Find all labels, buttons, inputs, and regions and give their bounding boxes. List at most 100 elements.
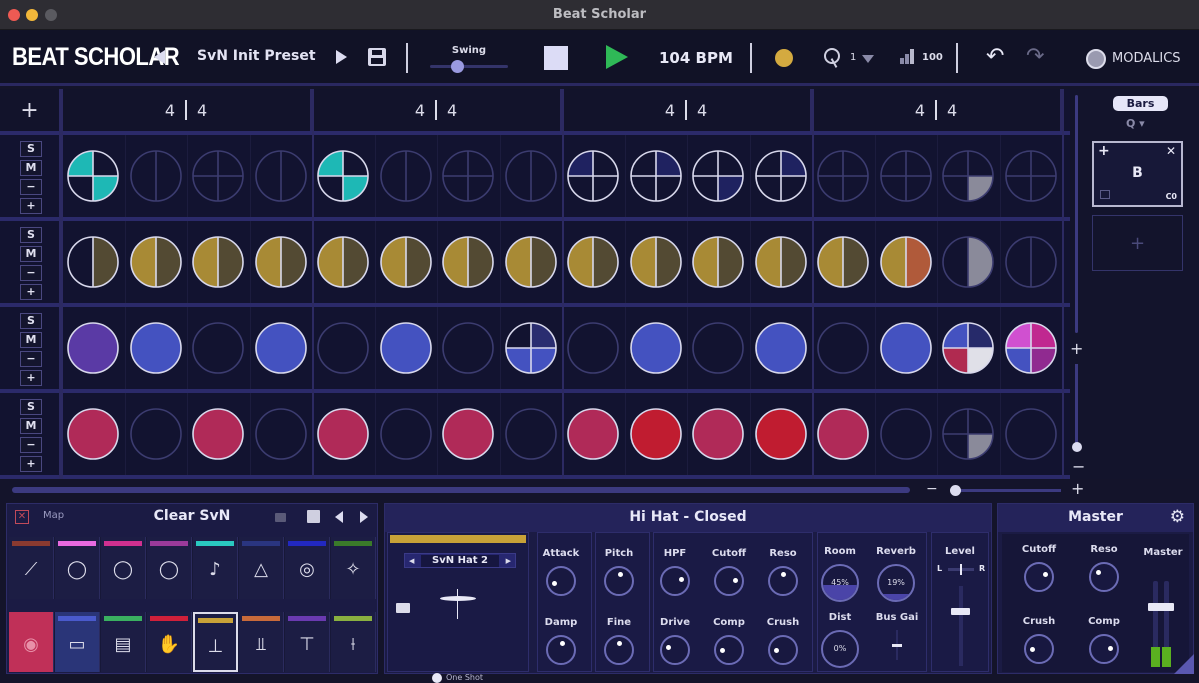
sequencer-step[interactable] xyxy=(191,235,244,288)
sample-selector[interactable]: ◀ SvN Hat 2 ▶ xyxy=(404,553,516,568)
zoom-in-rows-button[interactable]: + xyxy=(1070,339,1083,358)
sequencer-step[interactable] xyxy=(816,321,869,374)
solo-button[interactable]: S xyxy=(20,227,42,243)
sequencer-step[interactable] xyxy=(816,149,869,202)
sequencer-step[interactable] xyxy=(254,235,307,288)
prev-sample-button[interactable]: ◀ xyxy=(409,557,414,565)
knob-attack[interactable] xyxy=(546,566,576,596)
velocity-value[interactable]: 100 xyxy=(922,52,943,63)
sequencer-step[interactable] xyxy=(191,407,244,460)
solo-button[interactable]: S xyxy=(20,399,42,415)
knob-crush[interactable] xyxy=(1024,634,1054,664)
zoom-out-rows-button[interactable]: − xyxy=(1072,457,1085,476)
bus-gain-slider[interactable] xyxy=(892,630,902,660)
level-fader[interactable] xyxy=(951,586,970,666)
sequencer-step[interactable] xyxy=(879,407,932,460)
mute-button[interactable]: M xyxy=(20,418,42,434)
pan-slider[interactable] xyxy=(948,564,974,575)
sequencer-step[interactable] xyxy=(566,321,619,374)
prev-kit-button[interactable] xyxy=(335,511,343,523)
sequencer-step[interactable] xyxy=(879,149,932,202)
instrument-tile-target[interactable]: ◎ xyxy=(285,537,330,599)
sequencer-step[interactable] xyxy=(129,407,182,460)
mute-button[interactable]: M xyxy=(20,160,42,176)
pattern-slot[interactable]: + ✕ B C0 xyxy=(1092,141,1183,207)
sequencer-step[interactable] xyxy=(66,149,119,202)
sequencer-step[interactable] xyxy=(879,235,932,288)
next-sample-button[interactable]: ▶ xyxy=(506,557,511,565)
redo-icon[interactable]: ↷ xyxy=(1026,44,1044,69)
row-zoom-slider[interactable] xyxy=(1075,364,1078,444)
decrease-button[interactable]: − xyxy=(20,351,42,367)
sequencer-step[interactable] xyxy=(316,321,369,374)
instrument-tile-crash[interactable]: ⟊ xyxy=(331,612,376,672)
master-fader-thumb[interactable] xyxy=(1148,602,1174,611)
kit-close-icon[interactable]: ✕ xyxy=(15,510,29,524)
sequencer-step[interactable] xyxy=(566,235,619,288)
sequencer-step[interactable] xyxy=(1004,321,1057,374)
sequencer-step[interactable] xyxy=(441,407,494,460)
sequencer-step[interactable] xyxy=(191,321,244,374)
duplicate-pattern-icon[interactable] xyxy=(1100,190,1110,199)
sequencer-step[interactable] xyxy=(691,149,744,202)
sequencer-step[interactable] xyxy=(504,321,557,374)
knob-reso[interactable] xyxy=(768,566,798,596)
instrument-tile-snare-rim[interactable]: ▤ xyxy=(101,612,146,672)
add-pattern-button[interactable]: + xyxy=(1092,215,1183,271)
increase-button[interactable]: + xyxy=(20,198,42,214)
time-signature[interactable]: 4 | 444 xyxy=(812,89,1062,131)
sequencer-step[interactable] xyxy=(691,407,744,460)
row-zoom-thumb[interactable] xyxy=(1072,442,1082,452)
folder-icon[interactable] xyxy=(396,603,410,613)
knob-cutoff[interactable] xyxy=(714,566,744,596)
quantize-dropdown-icon[interactable] xyxy=(862,55,874,63)
sequencer-step[interactable] xyxy=(1004,235,1057,288)
sequencer-step[interactable] xyxy=(379,235,432,288)
instrument-tile-drum-kit[interactable]: ◯ xyxy=(101,537,146,599)
sequencer-step[interactable] xyxy=(941,407,994,460)
add-track-button[interactable]: + xyxy=(0,89,62,131)
tempo-display[interactable]: 104 BPM xyxy=(659,49,733,67)
sequencer-step[interactable] xyxy=(66,321,119,374)
instrument-tile-clap[interactable]: ✋ xyxy=(147,612,192,672)
sequencer-step[interactable] xyxy=(441,235,494,288)
knob-fine[interactable] xyxy=(604,635,634,665)
sequencer-step[interactable] xyxy=(754,321,807,374)
sequencer-step[interactable] xyxy=(754,407,807,460)
step-zoom-slider[interactable] xyxy=(955,489,1061,492)
knob-hpf[interactable] xyxy=(660,566,690,596)
sequencer-step[interactable] xyxy=(316,235,369,288)
sequencer-step[interactable] xyxy=(879,321,932,374)
record-indicator[interactable] xyxy=(775,49,793,67)
instrument-tile-snare[interactable]: ▭ xyxy=(55,612,100,672)
instrument-tile-drum-kit[interactable]: ◯ xyxy=(147,537,192,599)
sequencer-step[interactable] xyxy=(254,149,307,202)
increase-button[interactable]: + xyxy=(20,284,42,300)
step-zoom-thumb[interactable] xyxy=(950,485,961,496)
sequencer-step[interactable] xyxy=(941,321,994,374)
sequencer-step[interactable] xyxy=(316,149,369,202)
solo-button[interactable]: S xyxy=(20,141,42,157)
knob-comp[interactable] xyxy=(714,635,744,665)
instrument-tile-sparkles[interactable]: ✧ xyxy=(331,537,376,599)
instrument-tile-triangle[interactable]: △ xyxy=(239,537,284,599)
knob-crush[interactable] xyxy=(768,635,798,665)
zoom-out-steps-button[interactable]: − xyxy=(926,481,938,497)
send-dist[interactable]: 0% xyxy=(821,630,859,668)
send-reverb[interactable]: 19% xyxy=(877,564,915,602)
sequencer-step[interactable] xyxy=(504,149,557,202)
instrument-tile-hihat-open[interactable]: ⫫ xyxy=(239,612,284,672)
sequencer-step[interactable] xyxy=(254,321,307,374)
decrease-button[interactable]: − xyxy=(20,437,42,453)
resize-handle[interactable] xyxy=(1174,654,1194,674)
mute-button[interactable]: M xyxy=(20,332,42,348)
preset-name[interactable]: SvN Init Preset xyxy=(197,48,316,64)
quantize-icon[interactable] xyxy=(824,48,840,68)
sequencer-step[interactable] xyxy=(66,235,119,288)
sequencer-step[interactable] xyxy=(441,149,494,202)
sequencer-step[interactable] xyxy=(691,235,744,288)
sequencer-step[interactable] xyxy=(441,321,494,374)
knob-cutoff[interactable] xyxy=(1024,562,1054,592)
next-kit-button[interactable] xyxy=(360,511,368,523)
sequencer-step[interactable] xyxy=(129,321,182,374)
